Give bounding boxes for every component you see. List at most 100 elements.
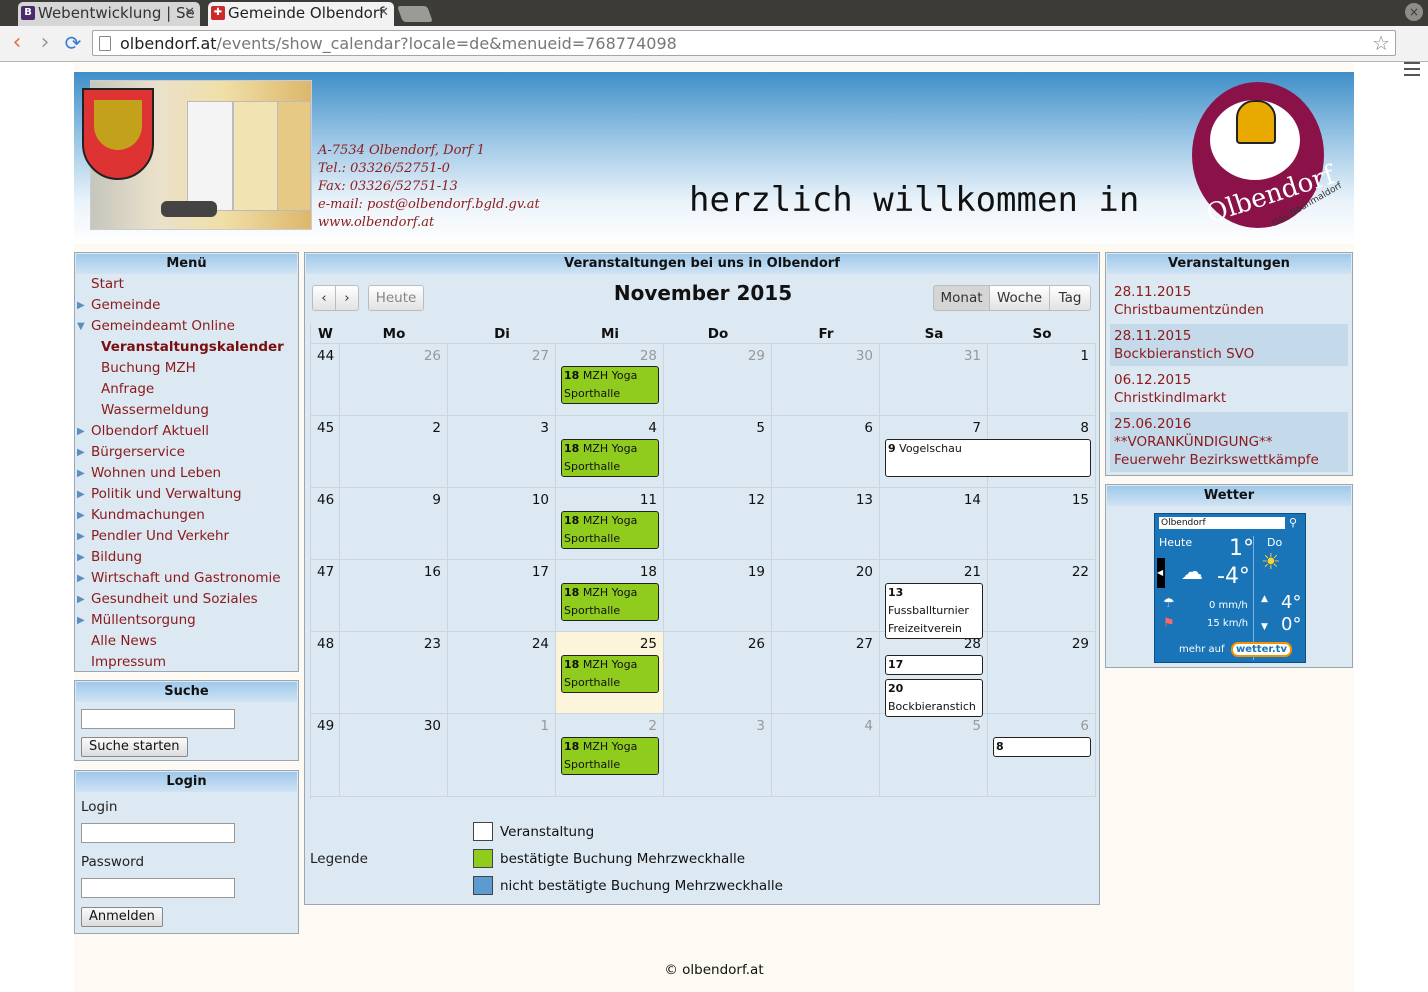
calendar-day-cell[interactable]: 10 xyxy=(448,488,556,560)
calendar-day-cell[interactable]: 3 xyxy=(448,416,556,488)
sidebar-item-gemeindeamt-online[interactable]: Gemeindeamt Online xyxy=(91,318,235,334)
expand-arrow-icon[interactable]: ▶ xyxy=(77,552,85,563)
expand-arrow-icon[interactable]: ▶ xyxy=(77,300,85,311)
expand-arrow-icon[interactable]: ▶ xyxy=(77,447,85,458)
prev-day-arrow-icon[interactable]: ◀ xyxy=(1157,558,1165,588)
calendar-day-cell[interactable]: 19 xyxy=(664,560,772,632)
calendar-day-cell[interactable]: 5 xyxy=(664,416,772,488)
back-arrow-icon[interactable]: ‹ xyxy=(4,30,30,56)
calendar-day-cell[interactable]: 31 xyxy=(880,343,988,416)
calendar-day-cell[interactable]: 22 xyxy=(988,560,1096,632)
browser-tab-webentwicklung[interactable]: B Webentwicklung | Se ✕ xyxy=(18,2,200,26)
calendar-event[interactable]: 18 MZH Yoga Sporthalle xyxy=(561,655,659,693)
calendar-event[interactable]: 13 Fussballturnier Freizeitverein Olbend… xyxy=(885,583,983,639)
calendar-day-cell[interactable]: 27 xyxy=(772,632,880,714)
calendar-day-cell[interactable]: 5 xyxy=(880,714,988,797)
password-input[interactable] xyxy=(81,878,235,898)
upcoming-event-item[interactable]: 25.06.2016 **VORANKÜNDIGUNG** Feuerwehr B… xyxy=(1110,412,1348,472)
calendar-day-cell[interactable]: 20 xyxy=(772,560,880,632)
sidebar-item-pendler-und-verkehr[interactable]: Pendler Und Verkehr xyxy=(91,528,229,544)
expand-arrow-icon[interactable]: ▶ xyxy=(77,510,85,521)
search-input[interactable] xyxy=(81,709,235,729)
calendar-day-cell[interactable]: 24 xyxy=(448,632,556,714)
upcoming-event-name[interactable]: **VORANKÜNDIGUNG** Feuerwehr Bezirkswett… xyxy=(1114,433,1344,469)
view-day-button[interactable]: Tag xyxy=(1049,285,1091,311)
calendar-day-cell[interactable]: 30 xyxy=(772,343,880,416)
view-month-button[interactable]: Monat xyxy=(933,285,990,311)
view-week-button[interactable]: Woche xyxy=(989,285,1050,311)
calendar-event[interactable]: 18 MZH Yoga Sporthalle xyxy=(561,737,659,775)
sidebar-item-politik-und-verwaltung[interactable]: Politik und Verwaltung xyxy=(91,486,242,502)
sidebar-item-wirtschaft-und-gastronomie[interactable]: Wirtschaft und Gastronomie xyxy=(91,570,281,586)
sidebar-item-wassermeldung[interactable]: Wassermeldung xyxy=(101,402,209,418)
expand-arrow-icon[interactable]: ▶ xyxy=(77,594,85,605)
calendar-day-cell[interactable]: 4 xyxy=(772,714,880,797)
wetter-tv-logo[interactable]: wetter.tv xyxy=(1231,642,1292,657)
sidebar-item-wohnen-und-leben[interactable]: Wohnen und Leben xyxy=(91,465,221,481)
calendar-day-cell[interactable]: 27 xyxy=(448,343,556,416)
calendar-day-cell[interactable]: 2 xyxy=(340,416,448,488)
upcoming-event-item[interactable]: 28.11.2015 Bockbieranstich SVO xyxy=(1110,324,1348,366)
calendar-day-cell[interactable]: 16 xyxy=(340,560,448,632)
sidebar-item-anfrage[interactable]: Anfrage xyxy=(101,381,154,397)
expand-arrow-icon[interactable]: ▶ xyxy=(77,489,85,500)
login-button[interactable]: Anmelden xyxy=(81,907,163,927)
forward-arrow-icon[interactable]: › xyxy=(32,30,58,56)
reload-icon[interactable]: ⟳ xyxy=(60,30,86,56)
calendar-day-cell[interactable]: 1 xyxy=(448,714,556,797)
expand-arrow-icon[interactable]: ▶ xyxy=(77,426,85,437)
calendar-day-cell[interactable]: 9 xyxy=(340,488,448,560)
sidebar-item-buchung-mzh[interactable]: Buchung MZH xyxy=(101,360,196,376)
search-button[interactable]: Suche starten xyxy=(81,737,188,757)
calendar-day-cell[interactable]: 3 xyxy=(664,714,772,797)
sidebar-item-veranstaltungskalender[interactable]: Veranstaltungskalender xyxy=(101,339,284,355)
new-tab-button[interactable] xyxy=(397,6,433,22)
calendar-day-cell[interactable]: 17 xyxy=(448,560,556,632)
expand-arrow-icon[interactable]: ▶ xyxy=(77,615,85,626)
window-close-icon[interactable]: × xyxy=(1405,3,1423,21)
upcoming-event-item[interactable]: 28.11.2015 Christbaumentzünden xyxy=(1110,280,1348,322)
sidebar-item-impressum[interactable]: Impressum xyxy=(91,654,166,670)
search-icon[interactable]: ⚲ xyxy=(1289,516,1297,529)
calendar-day-cell[interactable]: 15 xyxy=(988,488,1096,560)
expanded-arrow-icon[interactable]: ▼ xyxy=(77,321,85,332)
sidebar-item-müllentsorgung[interactable]: Müllentsorgung xyxy=(91,612,196,628)
calendar-day-cell[interactable]: 13 xyxy=(772,488,880,560)
address-bar[interactable]: olbendorf.at/events/show_calendar?locale… xyxy=(92,30,1396,56)
upcoming-event-name[interactable]: Christkindlmarkt xyxy=(1114,389,1344,407)
expand-arrow-icon[interactable]: ▶ xyxy=(77,468,85,479)
upcoming-event-name[interactable]: Bockbieranstich SVO xyxy=(1114,345,1344,363)
calendar-day-cell[interactable]: 14 xyxy=(880,488,988,560)
calendar-day-cell[interactable]: 26 xyxy=(340,343,448,416)
upcoming-event-name[interactable]: Christbaumentzünden xyxy=(1114,301,1344,319)
browser-tab-olbendorf[interactable]: ✚ Gemeinde Olbendorf ✕ xyxy=(208,2,394,26)
calendar-day-cell[interactable]: 23 xyxy=(340,632,448,714)
calendar-event[interactable]: 20 Bockbieranstich SVO xyxy=(885,679,983,717)
upcoming-event-item[interactable]: 06.12.2015 Christkindlmarkt xyxy=(1110,368,1348,410)
calendar-day-cell[interactable]: 29 xyxy=(664,343,772,416)
sidebar-item-olbendorf-aktuell[interactable]: Olbendorf Aktuell xyxy=(91,423,209,439)
calendar-day-cell[interactable]: 1 xyxy=(988,343,1096,416)
calendar-day-cell[interactable]: 26 xyxy=(664,632,772,714)
calendar-event[interactable]: 18 MZH Yoga Sporthalle xyxy=(561,583,659,621)
calendar-day-cell[interactable]: 30 xyxy=(340,714,448,797)
calendar-day-cell[interactable]: 12 xyxy=(664,488,772,560)
calendar-event[interactable]: 18 MZH Yoga Sporthalle xyxy=(561,511,659,549)
browser-menu-icon[interactable] xyxy=(1404,62,1420,76)
close-tab-icon[interactable]: ✕ xyxy=(184,2,195,24)
sidebar-item-bürgerservice[interactable]: Bürgerservice xyxy=(91,444,185,460)
calendar-event[interactable]: 17 Christbaumenzünden xyxy=(885,655,983,675)
calendar-event[interactable]: 18 MZH Yoga Sporthalle xyxy=(561,366,659,404)
sidebar-item-kundmachungen[interactable]: Kundmachungen xyxy=(91,507,205,523)
calendar-day-cell[interactable]: 6 xyxy=(772,416,880,488)
sidebar-item-alle-news[interactable]: Alle News xyxy=(91,633,157,649)
sidebar-item-gesundheit-und-soziales[interactable]: Gesundheit und Soziales xyxy=(91,591,258,607)
close-tab-icon[interactable]: ✕ xyxy=(378,2,389,24)
weather-location-input[interactable]: Olbendorf xyxy=(1159,517,1285,529)
sidebar-item-start[interactable]: Start xyxy=(91,276,124,292)
bookmark-star-icon[interactable]: ☆ xyxy=(1372,31,1390,55)
expand-arrow-icon[interactable]: ▶ xyxy=(77,531,85,542)
sidebar-item-bildung[interactable]: Bildung xyxy=(91,549,142,565)
calendar-day-cell[interactable]: 29 xyxy=(988,632,1096,714)
login-input[interactable] xyxy=(81,823,235,843)
